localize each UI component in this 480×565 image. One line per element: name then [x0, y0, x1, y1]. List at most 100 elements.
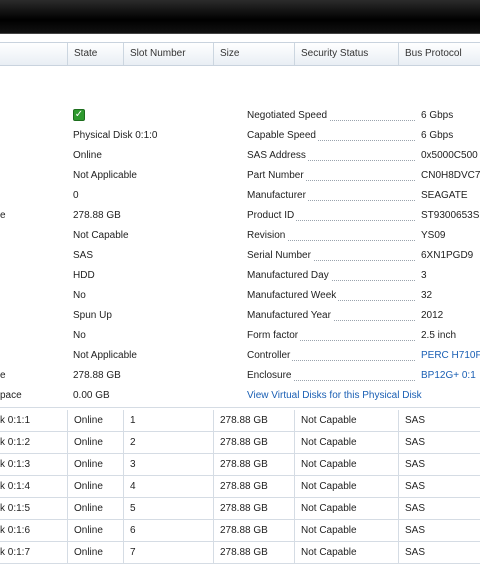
header-name[interactable] — [0, 43, 68, 65]
detail-value: 3 — [421, 270, 427, 281]
detail-key: Capable Speed — [247, 126, 415, 146]
detail-value: 2.5 inch — [421, 330, 457, 341]
detail-row: Online SAS Address 0x5000C500 — [0, 146, 480, 166]
disk-bus: SAS — [398, 410, 480, 431]
header-security-status[interactable]: Security Status — [294, 43, 398, 65]
disk-state: Online — [67, 476, 123, 497]
disk-name[interactable]: k 0:1:6 — [0, 520, 67, 541]
disk-name[interactable]: k 0:1:2 — [0, 432, 67, 453]
detail-key: Manufactured Week — [247, 286, 415, 306]
detail-value: 6 Gbps — [421, 110, 454, 121]
status-value: ✓ — [73, 106, 85, 126]
disk-size: 278.88 GB — [213, 520, 294, 541]
disk-name[interactable]: k 0:1:7 — [0, 542, 67, 563]
detail-row: Spun Up Manufactured Year 2012 — [0, 306, 480, 326]
detail-key: Manufacturer — [247, 186, 415, 206]
table-row[interactable]: k 0:1:7 Online 7 278.88 GB Not Capable S… — [0, 542, 480, 564]
header-state[interactable]: State — [67, 43, 123, 65]
detail-value: 2012 — [421, 310, 444, 321]
table-row[interactable]: k 0:1:5 Online 5 278.88 GB Not Capable S… — [0, 498, 480, 520]
detail-left-value: Not Applicable — [73, 350, 137, 361]
detail-row: e 278.88 GB Enclosure BP12G+ 0:1 — [0, 366, 480, 386]
disk-slot: 2 — [123, 432, 213, 453]
detail-key: Serial Number — [247, 246, 415, 266]
disk-size: 278.88 GB — [213, 498, 294, 519]
header-slot-number[interactable]: Slot Number — [123, 43, 213, 65]
disk-security: Not Capable — [294, 498, 398, 519]
disk-security: Not Capable — [294, 476, 398, 497]
disk-slot: 1 — [123, 410, 213, 431]
view-virtual-disks-link[interactable]: View Virtual Disks for this Physical Dis… — [247, 386, 422, 406]
disk-name[interactable]: k 0:1:4 — [0, 476, 67, 497]
top-toolbar — [0, 0, 480, 34]
detail-row: 278.88 GB Product ID ST9300653S — [0, 206, 480, 226]
detail-left-value: 0.00 GB — [73, 390, 110, 401]
detail-value: SEAGATE — [421, 190, 468, 201]
detail-key: Product ID — [247, 206, 415, 226]
disk-bus: SAS — [398, 432, 480, 453]
detail-left-value: Physical Disk 0:1:0 — [73, 130, 158, 141]
detail-row: 0 Manufacturer SEAGATE — [0, 186, 480, 206]
detail-value: YS09 — [421, 230, 446, 241]
detail-row: No Manufactured Week 32 — [0, 286, 480, 306]
disk-state: Online — [67, 542, 123, 563]
disk-bus: SAS — [398, 476, 480, 497]
table-header: State Slot Number Size Security Status B… — [0, 42, 480, 66]
disk-state: Online — [67, 410, 123, 431]
header-size[interactable]: Size — [213, 43, 294, 65]
disk-state: Online — [67, 520, 123, 541]
table-row[interactable]: k 0:1:6 Online 6 278.88 GB Not Capable S… — [0, 520, 480, 542]
header-bus-protocol[interactable]: Bus Protocol — [398, 43, 480, 65]
detail-key: Form factor — [247, 326, 415, 346]
detail-key: Revision — [247, 226, 415, 246]
detail-value: CN0H8DVC7 — [421, 170, 480, 181]
detail-row: No Form factor 2.5 inch — [0, 326, 480, 346]
detail-left-value: Not Capable — [73, 230, 129, 241]
disk-security: Not Capable — [294, 542, 398, 563]
table-row[interactable]: k 0:1:4 Online 4 278.88 GB Not Capable S… — [0, 476, 480, 498]
table-row[interactable]: k 0:1:2 Online 2 278.88 GB Not Capable S… — [0, 432, 480, 454]
detail-left-value: 278.88 GB — [73, 210, 121, 221]
detail-row: ✓ Negotiated Speed 6 Gbps — [0, 106, 480, 126]
disk-slot: 7 — [123, 542, 213, 563]
disk-size: 278.88 GB — [213, 454, 294, 475]
disk-name[interactable]: k 0:1:1 — [0, 410, 67, 431]
detail-left-value: No — [73, 290, 86, 301]
disk-slot: 3 — [123, 454, 213, 475]
detail-left-value: Spun Up — [73, 310, 112, 321]
detail-left-value: Online — [73, 150, 102, 161]
disk-slot: 5 — [123, 498, 213, 519]
detail-left-label: e — [0, 210, 6, 221]
detail-left-value: SAS — [73, 250, 94, 261]
detail-key: Controller — [247, 346, 415, 366]
detail-key: Negotiated Speed — [247, 106, 415, 126]
detail-value: ST9300653S — [421, 210, 480, 221]
disk-bus: SAS — [398, 454, 480, 475]
table-row[interactable]: k 0:1:1 Online 1 278.88 GB Not Capable S… — [0, 410, 480, 432]
disk-state: Online — [67, 454, 123, 475]
detail-value: 0x5000C500 — [421, 150, 478, 161]
detail-row: SAS Serial Number 6XN1PGD9 — [0, 246, 480, 266]
detail-key: SAS Address — [247, 146, 415, 166]
detail-key: Manufactured Day — [247, 266, 415, 286]
disk-name[interactable]: k 0:1:3 — [0, 454, 67, 475]
controller-link[interactable]: PERC H710F — [421, 346, 480, 366]
disk-size: 278.88 GB — [213, 410, 294, 431]
detail-left-value: Not Applicable — [73, 170, 137, 181]
detail-key: Manufactured Year — [247, 306, 415, 326]
disk-security: Not Capable — [294, 520, 398, 541]
detail-row: Not Applicable Controller PERC H710F — [0, 346, 480, 366]
table-row[interactable]: k 0:1:3 Online 3 278.88 GB Not Capable S… — [0, 454, 480, 476]
disk-name[interactable]: k 0:1:5 — [0, 498, 67, 519]
detail-row: Not Applicable Part Number CN0H8DVC7 — [0, 166, 480, 186]
disk-security: Not Capable — [294, 432, 398, 453]
detail-value: 32 — [421, 290, 433, 301]
disk-size: 278.88 GB — [213, 542, 294, 563]
detail-row: Not Capable Revision YS09 — [0, 226, 480, 246]
detail-key: Part Number — [247, 166, 415, 186]
detail-value: 6 Gbps — [421, 130, 454, 141]
enclosure-link[interactable]: BP12G+ 0:1 — [421, 366, 476, 386]
check-icon: ✓ — [73, 109, 85, 122]
disk-detail-panel: ✓ Negotiated Speed 6 Gbps Physical Disk … — [0, 104, 480, 408]
disk-size: 278.88 GB — [213, 432, 294, 453]
